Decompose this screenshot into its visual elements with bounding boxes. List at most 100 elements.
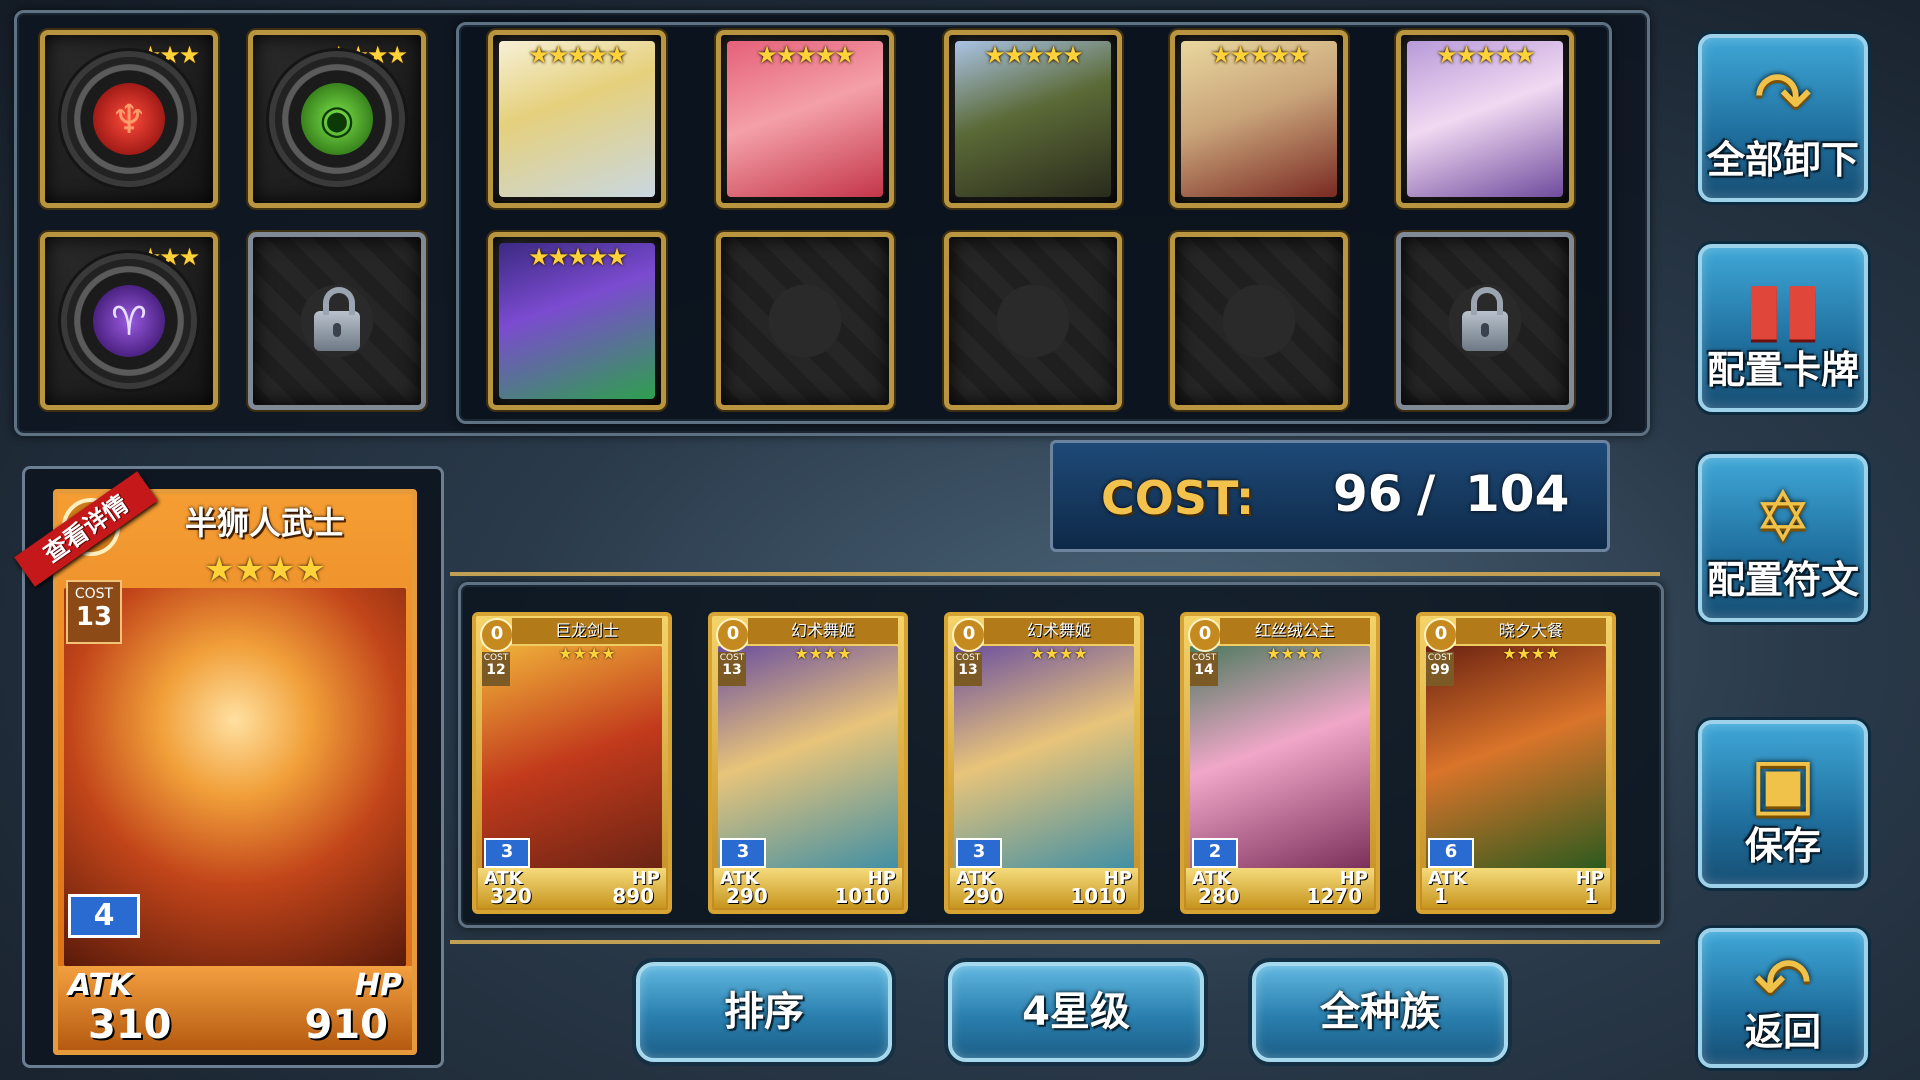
- card-cost: COST 12: [482, 652, 510, 686]
- deck-slot-empty-1[interactable]: [716, 232, 894, 410]
- cost-current: 96: [1333, 465, 1403, 523]
- featured-stats: ATK HP 310 910: [58, 966, 412, 1050]
- deck-slot-4[interactable]: ★★★★★: [1170, 30, 1348, 208]
- card-level: 3: [484, 838, 530, 868]
- sort-button[interactable]: 排序: [636, 962, 892, 1062]
- card-stars: ★★★★: [1502, 644, 1560, 663]
- save-label: 保存: [1744, 824, 1821, 868]
- card-cost: COST 13: [954, 652, 982, 686]
- rune-slot-2[interactable]: ★★★★ ◉: [248, 30, 426, 208]
- featured-card-frame[interactable]: 半狮人武士 ★★★★ 0 COST 13 4 ATK HP 310 910 查看…: [14, 466, 444, 1068]
- deck-slot-locked[interactable]: [1396, 232, 1574, 410]
- star-filter-button[interactable]: 4星级: [948, 962, 1204, 1062]
- card-level: 6: [1428, 838, 1474, 868]
- deck-slot-empty-3[interactable]: [1170, 232, 1348, 410]
- card-stats: ATK HP 290 1010: [950, 868, 1138, 908]
- card-badge: 0: [480, 618, 514, 652]
- rune-slot-3[interactable]: ★★★ ♈: [40, 232, 218, 410]
- collection-card-1[interactable]: 0 巨龙剑士 ★★★★ COST 12 3 ATK HP 320 890: [472, 612, 672, 914]
- back-button[interactable]: ↶ 返回: [1698, 928, 1868, 1068]
- card-cost-value: 12: [486, 662, 506, 678]
- card-level: 3: [956, 838, 1002, 868]
- featured-hp: 910: [304, 1002, 389, 1048]
- lock-icon: [1462, 287, 1508, 351]
- featured-level: 4: [68, 894, 140, 938]
- card-badge: 0: [1188, 618, 1222, 652]
- unequip-all-label: 全部卸下: [1706, 138, 1859, 182]
- card-cost: COST 13: [718, 652, 746, 686]
- card-hp: 1010: [1070, 884, 1126, 908]
- deck-slot-3[interactable]: ★★★★★: [944, 30, 1122, 208]
- card-stars: ★★★★★: [756, 41, 856, 69]
- redo-arrow-icon: ↷: [1753, 56, 1813, 138]
- card-stars: ★★★★: [558, 644, 616, 663]
- card-badge: 0: [1424, 618, 1458, 652]
- card-level: 2: [1192, 838, 1238, 868]
- card-stars: ★★★★★: [984, 41, 1084, 69]
- divider-top: [450, 572, 1660, 576]
- divider-bottom: [450, 940, 1660, 944]
- collection-card-3[interactable]: 0 幻术舞姬 ★★★★ COST 13 3 ATK HP 290 1010: [944, 612, 1144, 914]
- card-cost-value: 99: [1430, 662, 1450, 678]
- config-cards-label: 配置卡牌: [1706, 348, 1859, 392]
- rune-slot-1[interactable]: ★★★ ♆: [40, 30, 218, 208]
- featured-hp-label: HP: [354, 968, 402, 1003]
- card-stats: ATK HP 280 1270: [1186, 868, 1374, 908]
- cost-max: 104: [1465, 465, 1570, 523]
- unequip-all-button[interactable]: ↷ 全部卸下: [1698, 34, 1868, 202]
- card-level: 3: [720, 838, 766, 868]
- card-name: 晓夕大餐: [1456, 618, 1606, 644]
- cost-label: COST:: [1101, 471, 1255, 525]
- card-stars: ★★★★: [794, 644, 852, 663]
- card-hp: 1010: [834, 884, 890, 908]
- card-atk: 280: [1198, 884, 1240, 908]
- card-stars: ★★★★: [1266, 644, 1324, 663]
- card-name: 巨龙剑士: [512, 618, 662, 644]
- deck-slot-5[interactable]: ★★★★★: [1396, 30, 1574, 208]
- race-filter-button[interactable]: 全种族: [1252, 962, 1508, 1062]
- deck-slot-2[interactable]: ★★★★★: [716, 30, 894, 208]
- config-runes-button[interactable]: ✡ 配置符文: [1698, 454, 1868, 622]
- deck-slot-empty-2[interactable]: [944, 232, 1122, 410]
- card-stats: ATK HP 1 1: [1422, 868, 1610, 908]
- deck-slot-6[interactable]: ★★★★★: [488, 232, 666, 410]
- card-stars: ★★★★★: [1210, 41, 1310, 69]
- card-stats: ATK HP 320 890: [478, 868, 666, 908]
- card-cost: COST 99: [1426, 652, 1454, 686]
- featured-card[interactable]: 半狮人武士 ★★★★ 0 COST 13 4 ATK HP 310 910: [53, 489, 417, 1055]
- card-stars: ★★★★★: [528, 41, 628, 69]
- card-atk: 290: [726, 884, 768, 908]
- rune-symbol: ♆: [111, 97, 147, 143]
- card-atk: 320: [490, 884, 532, 908]
- featured-stars: ★★★★: [204, 550, 326, 590]
- featured-cost-value: 13: [75, 602, 113, 632]
- cost-bar: COST: 96 / 104: [1050, 440, 1610, 552]
- lock-icon: [314, 287, 360, 351]
- featured-name: 半狮人武士: [184, 504, 345, 542]
- featured-atk-label: ATK: [68, 968, 133, 1003]
- collection-card-4[interactable]: 0 红丝绒公主 ★★★★ COST 14 2 ATK HP 280 1270: [1180, 612, 1380, 914]
- cards-icon: ▮▮: [1744, 266, 1822, 348]
- card-badge: 0: [716, 618, 750, 652]
- rune-symbol: ♈: [111, 299, 147, 345]
- collection-card-5[interactable]: 0 晓夕大餐 ★★★★ COST 99 6 ATK HP 1 1: [1416, 612, 1616, 914]
- card-name: 红丝绒公主: [1220, 618, 1370, 644]
- card-stars: ★★★★: [1030, 644, 1088, 663]
- config-runes-label: 配置符文: [1706, 558, 1859, 602]
- card-hp: 1270: [1306, 884, 1362, 908]
- rune-slot-locked[interactable]: [248, 232, 426, 410]
- rune-symbol: ◉: [319, 97, 355, 143]
- dark-rune-icon: ♈: [67, 259, 191, 383]
- config-cards-button[interactable]: ▮▮ 配置卡牌: [1698, 244, 1868, 412]
- floppy-disk-icon: ▣: [1749, 742, 1817, 824]
- save-button[interactable]: ▣ 保存: [1698, 720, 1868, 888]
- card-badge: 0: [952, 618, 986, 652]
- deck-slot-1[interactable]: ★★★★★: [488, 30, 666, 208]
- card-name: 幻术舞姬: [984, 618, 1134, 644]
- card-atk: 1: [1434, 884, 1448, 908]
- card-name: 幻术舞姬: [748, 618, 898, 644]
- collection-card-2[interactable]: 0 幻术舞姬 ★★★★ COST 13 3 ATK HP 290 1010: [708, 612, 908, 914]
- featured-cost-label: COST: [74, 586, 114, 602]
- fire-rune-icon: ♆: [67, 57, 191, 181]
- card-cost-value: 13: [722, 662, 742, 678]
